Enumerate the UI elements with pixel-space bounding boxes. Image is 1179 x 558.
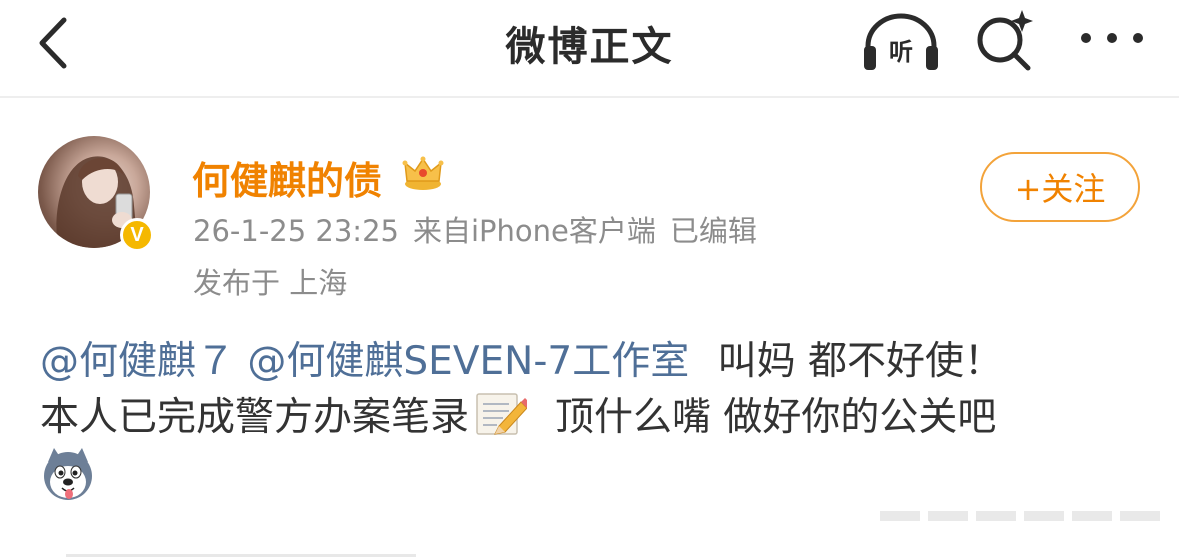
- search-sparkle-icon: [977, 10, 1033, 71]
- mention-link[interactable]: @何健麒SEVEN-7工作室: [247, 339, 689, 384]
- post-text: 本人已完成警方办案笔录: [40, 395, 470, 440]
- listen-label: 听: [889, 38, 913, 66]
- post-body: @何健麒７ @何健麒SEVEN-7工作室 叫妈 都不好使！ 本人已完成警方办案笔…: [40, 334, 1150, 502]
- listen-button[interactable]: 听: [860, 10, 942, 74]
- top-navigation-bar: 微博正文 听: [0, 0, 1179, 96]
- post-timestamp: 26-1-25 23:25: [193, 214, 399, 248]
- post-body-line-2: 本人已完成警方办案笔录 顶什么嘴 做好你的公关吧: [40, 390, 1150, 446]
- v-badge-icon: V: [130, 223, 144, 246]
- bottom-divider: [66, 554, 416, 557]
- mention-link[interactable]: @何健麒７: [40, 339, 235, 384]
- weibo-post-page: 微博正文 听 V 何健麒的债 26-1-25 23:25 来自iPhone客户端…: [0, 0, 1179, 558]
- post-source: 来自iPhone客户端: [412, 214, 656, 248]
- more-dots-icon: [1081, 33, 1143, 43]
- post-text: 顶什么嘴 做好你的公关吧: [555, 395, 997, 440]
- post-text: 叫妈 都不好使！: [717, 339, 1004, 384]
- headphones-icon: 听: [864, 13, 938, 70]
- post-body-line-1: @何健麒７ @何健麒SEVEN-7工作室 叫妈 都不好使！: [40, 334, 1150, 390]
- verified-badge: V: [120, 218, 154, 252]
- follow-button[interactable]: +关注: [980, 152, 1140, 222]
- post-meta: 26-1-25 23:25 来自iPhone客户端 已编辑: [193, 208, 757, 250]
- author-avatar[interactable]: V: [38, 136, 156, 254]
- pencil-paper-emoji: [476, 393, 528, 435]
- post-body-line-3: [40, 446, 1150, 502]
- post-location: 发布于 上海: [193, 266, 348, 300]
- crown-icon: [402, 156, 444, 190]
- husky-dog-emoji: [44, 448, 92, 500]
- search-button[interactable]: [972, 6, 1038, 72]
- header-divider: [0, 96, 1179, 98]
- edited-label[interactable]: 已编辑: [670, 214, 757, 248]
- author-name[interactable]: 何健麒的债: [192, 150, 382, 205]
- more-options-button[interactable]: [1076, 18, 1148, 58]
- watermark-pattern: [880, 511, 1160, 521]
